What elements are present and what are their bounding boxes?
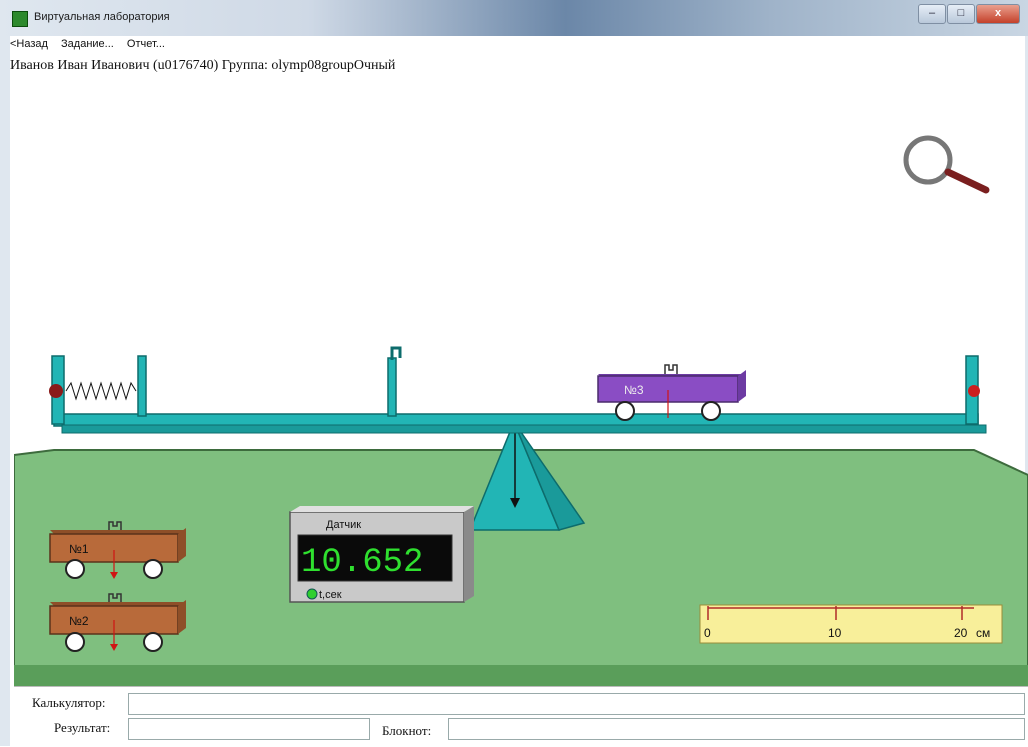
ruler-tick-0: 0	[704, 626, 711, 640]
calculator-input[interactable]	[128, 693, 1025, 715]
notepad-label: Блокнот:	[382, 723, 432, 738]
menu-report[interactable]: Отчет...	[127, 38, 165, 50]
cart-3-wheel	[615, 401, 635, 421]
user-info: Иванов Иван Иванович (u0176740) Группа: …	[10, 58, 396, 73]
ruler-tick-20: 20	[954, 626, 968, 640]
beam-side	[61, 424, 987, 434]
table-edge	[14, 665, 1028, 686]
lab-scene: №3 №1 №2 Датчик 10.652 t,сек 0 10 20 см	[14, 135, 1028, 686]
ruler-tick-10: 10	[828, 626, 842, 640]
bottom-panel: Калькулятор: Результат: Блокнот:	[14, 686, 1028, 747]
app-icon	[12, 11, 28, 27]
ruler-unit: см	[976, 626, 990, 640]
beam	[53, 413, 979, 427]
spring	[65, 381, 137, 401]
magnifier-icon[interactable]	[903, 135, 990, 194]
sensor-indicator-light	[306, 588, 318, 600]
result-label: Результат:	[54, 720, 111, 735]
sensor-value: 10.652	[301, 544, 423, 582]
timer-sensor[interactable]: Датчик 10.652 t,сек	[289, 506, 474, 603]
spring-plate[interactable]	[137, 355, 147, 417]
cart-1-wheel	[143, 559, 163, 579]
maximize-button[interactable]: □	[947, 4, 975, 24]
sensor-label: Датчик	[326, 519, 361, 531]
cart-2-label: №2	[69, 614, 89, 628]
cart-2-wheel	[143, 632, 163, 652]
result-field[interactable]	[128, 718, 370, 740]
cart-1-label: №1	[69, 542, 89, 556]
window-frame-left	[0, 36, 10, 746]
minimize-button[interactable]: –	[918, 4, 946, 24]
right-stop-bumper	[968, 385, 980, 397]
sensor-indicator-label: t,сек	[319, 589, 342, 601]
close-button[interactable]: x	[976, 4, 1020, 24]
cart-3-label: №3	[624, 383, 644, 397]
cart-3-wheel	[701, 401, 721, 421]
notepad-field[interactable]	[448, 718, 1025, 740]
window-title: Виртуальная лаборатория	[34, 11, 170, 23]
cart-1-wheel	[65, 559, 85, 579]
ruler[interactable]: 0 10 20 см	[699, 604, 1003, 644]
title-bar: Виртуальная лаборатория – □ x	[0, 0, 1028, 36]
cart-2-wheel	[65, 632, 85, 652]
menu-task[interactable]: Задание...	[61, 38, 114, 50]
calculator-label: Калькулятор:	[32, 695, 106, 710]
cart-3[interactable]: №3	[597, 364, 746, 421]
hook-post[interactable]	[387, 357, 397, 417]
menu-back[interactable]: <Назад	[10, 38, 48, 50]
menu-bar: <Назад Задание... Отчет...	[10, 38, 175, 50]
left-stop-bumper	[49, 384, 63, 398]
